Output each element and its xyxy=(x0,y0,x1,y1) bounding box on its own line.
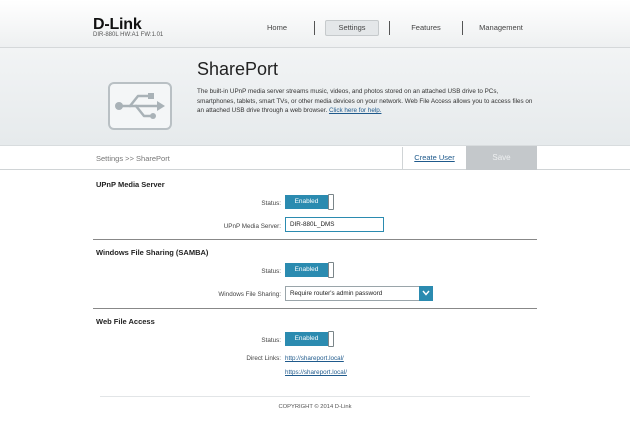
create-user-link[interactable]: Create User xyxy=(402,147,466,169)
samba-sharing-label: Windows File Sharing: xyxy=(218,291,281,298)
top-navigation-bar: D-Link DIR-880L HW:A1 FW:1.01 Home Setti… xyxy=(0,0,630,48)
toggle-knob xyxy=(328,194,334,210)
samba-status-label: Status: xyxy=(261,268,281,275)
toolbar: Settings >> SharePort Create User Save xyxy=(0,146,630,170)
page-banner: SharePort The built-in UPnP media server… xyxy=(0,48,630,146)
nav-management[interactable]: Management xyxy=(472,20,530,36)
toggle-knob xyxy=(328,262,334,278)
web-access-status-toggle[interactable]: Enabled xyxy=(285,331,334,347)
section-divider xyxy=(93,308,537,309)
nav-settings[interactable]: Settings xyxy=(325,20,379,36)
nav-separator xyxy=(462,21,463,35)
nav-separator xyxy=(389,21,390,35)
copyright: COPYRIGHT © 2014 D-Link xyxy=(278,404,352,410)
direct-links-label: Direct Links: xyxy=(246,355,281,362)
toggle-state: Enabled xyxy=(285,332,328,346)
web-access-status-label: Status: xyxy=(261,337,281,344)
toggle-knob xyxy=(328,331,334,347)
nav-features[interactable]: Features xyxy=(400,20,452,36)
upnp-server-name-input[interactable]: DIR-880L_DMS xyxy=(285,217,384,232)
page-description: The built-in UPnP media server streams m… xyxy=(197,87,537,116)
nav-separator xyxy=(314,21,315,35)
upnp-status-label: Status: xyxy=(261,200,281,207)
section-title-samba: Windows File Sharing (SAMBA) xyxy=(96,248,209,257)
footer-divider xyxy=(100,396,530,397)
samba-status-toggle[interactable]: Enabled xyxy=(285,262,334,278)
model-info: DIR-880L HW:A1 FW:1.01 xyxy=(93,32,164,38)
breadcrumb: Settings >> SharePort xyxy=(96,154,170,163)
samba-sharing-select[interactable]: Require router's admin password xyxy=(285,286,433,301)
section-title-upnp: UPnP Media Server xyxy=(96,180,165,189)
toggle-state: Enabled xyxy=(285,195,328,209)
page-title: SharePort xyxy=(197,59,279,79)
section-title-web-access: Web File Access xyxy=(96,317,155,326)
upnp-status-toggle[interactable]: Enabled xyxy=(285,194,334,210)
http-direct-link[interactable]: http://shareport.local/ xyxy=(285,355,344,362)
nav-home[interactable]: Home xyxy=(252,20,302,36)
https-direct-link[interactable]: https://shareport.local/ xyxy=(285,369,347,376)
help-link[interactable]: Click here for help. xyxy=(329,107,382,114)
usb-drive-icon xyxy=(108,82,172,130)
chevron-down-icon[interactable] xyxy=(419,286,433,301)
toggle-state: Enabled xyxy=(285,263,328,277)
section-divider xyxy=(93,239,537,240)
save-button[interactable]: Save xyxy=(466,146,537,170)
select-value: Require router's admin password xyxy=(290,290,383,297)
upnp-server-label: UPnP Media Server: xyxy=(223,223,281,230)
